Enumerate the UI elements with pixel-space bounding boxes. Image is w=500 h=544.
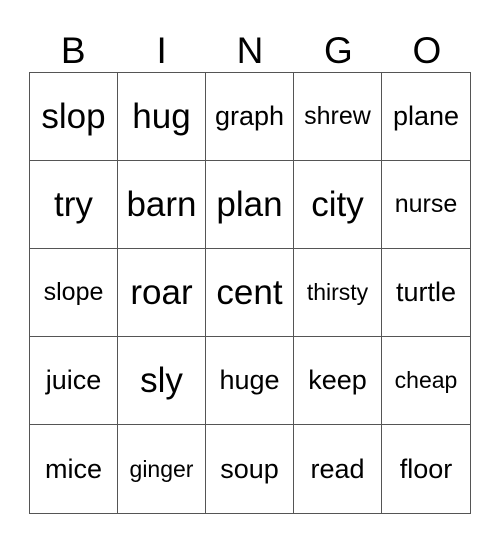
bingo-cell[interactable]: shrew (294, 73, 382, 161)
bingo-cell[interactable]: soup (206, 425, 294, 513)
header-letter-b: B (60, 30, 86, 71)
bingo-cell[interactable]: juice (30, 337, 118, 425)
bingo-cell[interactable]: cheap (382, 337, 470, 425)
bingo-cell[interactable]: barn (118, 161, 206, 249)
header-letter-n: N (236, 30, 264, 71)
bingo-cell[interactable]: plan (206, 161, 294, 249)
bingo-cell[interactable]: ginger (118, 425, 206, 513)
header-letter-i: I (156, 30, 167, 71)
bingo-cell[interactable]: floor (382, 425, 470, 513)
bingo-header: B I N G O (29, 30, 471, 72)
bingo-cell[interactable]: slope (30, 249, 118, 337)
bingo-cell[interactable]: mice (30, 425, 118, 513)
bingo-cell[interactable]: try (30, 161, 118, 249)
bingo-grid: slop hug graph shrew plane try barn plan city nur… (29, 72, 471, 514)
bingo-cell[interactable]: huge (206, 337, 294, 425)
bingo-cell[interactable]: turtle (382, 249, 470, 337)
bingo-cell[interactable]: plane (382, 73, 470, 161)
bingo-cell[interactable]: slop (30, 73, 118, 161)
bingo-cell[interactable]: roar (118, 249, 206, 337)
bingo-cell[interactable]: thirsty (294, 249, 382, 337)
header-letter-o: O (412, 30, 442, 71)
bingo-cell[interactable]: sly (118, 337, 206, 425)
bingo-cell[interactable]: cent (206, 249, 294, 337)
bingo-cell[interactable]: graph (206, 73, 294, 161)
bingo-cell[interactable]: hug (118, 73, 206, 161)
bingo-cell[interactable]: read (294, 425, 382, 513)
bingo-cell[interactable]: keep (294, 337, 382, 425)
bingo-cell[interactable]: nurse (382, 161, 470, 249)
header-letter-g: G (324, 30, 353, 71)
bingo-cell[interactable]: city (294, 161, 382, 249)
